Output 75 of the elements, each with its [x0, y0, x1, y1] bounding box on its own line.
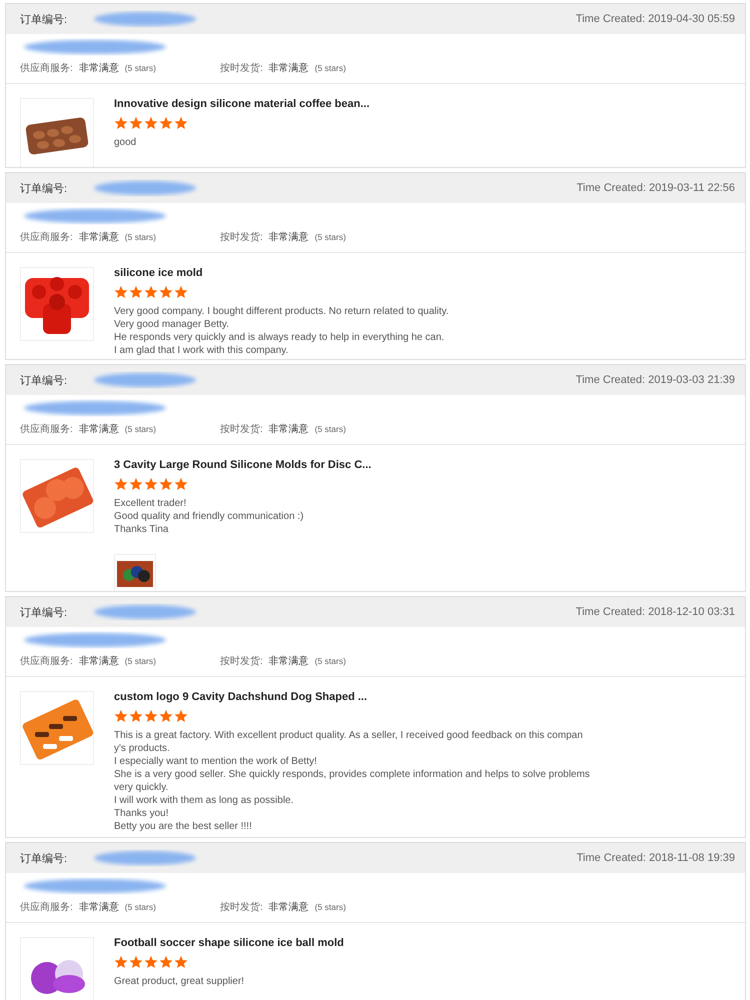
star-icon: [174, 285, 188, 299]
star-icon: [159, 285, 173, 299]
review-text: Great product, great supplier!: [114, 975, 246, 988]
time-created: Time Created: 2019-03-03 21:39: [576, 374, 735, 386]
review-text: good: [114, 136, 138, 149]
star-icon: [144, 955, 158, 969]
rating-stars-text: (5 stars): [314, 656, 346, 666]
time-created: Time Created: 2019-03-11 22:56: [576, 182, 735, 194]
rating-label: 供应商服务:: [20, 230, 73, 244]
star-icon: [144, 477, 158, 491]
order-number-label: 订单编号:: [20, 374, 68, 388]
rating-label: 按时发货:: [220, 900, 263, 914]
star-icon: [114, 285, 128, 299]
product-title: Football soccer shape silicone ice ball mold: [114, 937, 344, 949]
rating-stars-text: (5 stars): [124, 232, 156, 242]
star-icon: [159, 116, 173, 130]
rating-stars-text: (5 stars): [314, 63, 346, 73]
star-icon: [129, 955, 143, 969]
time-created: Time Created: 2019-04-30 05:59: [576, 13, 735, 25]
rating-stars-text: (5 stars): [314, 424, 346, 434]
time-created: Time Created: 2018-11-08 19:39: [576, 852, 735, 864]
star-icon: [129, 709, 143, 723]
rating-value: 非常满意: [78, 230, 119, 244]
rating-value: 非常满意: [78, 654, 119, 668]
rating-stars-text: (5 stars): [124, 902, 156, 912]
star-icon: [129, 116, 143, 130]
star-icon: [129, 477, 143, 491]
rating-stars-text: (5 stars): [314, 902, 346, 912]
star-icon: [174, 955, 188, 969]
rating-label: 按时发货:: [220, 62, 263, 75]
rating-stars-text: (5 stars): [314, 232, 346, 242]
star-icon: [144, 116, 158, 130]
star-icon: [144, 709, 158, 723]
star-icon: [174, 116, 188, 130]
order-number-label: 订单编号:: [20, 12, 68, 26]
rating-label: 供应商服务:: [20, 62, 73, 75]
rating-value: 非常满意: [268, 422, 309, 436]
rating-value: 非常满意: [268, 230, 309, 244]
rating-label: 按时发货:: [220, 230, 263, 244]
time-created: Time Created: 2018-12-10 03:31: [576, 606, 735, 618]
order-number-label: 订单编号:: [20, 606, 68, 620]
review-text: Excellent trader! Good quality and friendly communication :) Thanks Tina: [114, 497, 305, 536]
star-icon: [159, 709, 173, 723]
rating-value: 非常满意: [78, 62, 119, 75]
rating-value: 非常满意: [268, 62, 309, 75]
rating-label: 供应商服务:: [20, 422, 73, 436]
rating-stars-text: (5 stars): [124, 656, 156, 666]
rating-value: 非常满意: [268, 900, 309, 914]
order-number-label: 订单编号:: [20, 182, 68, 196]
product-title: 3 Cavity Large Round Silicone Molds for Disc C...: [114, 459, 372, 471]
star-icon: [114, 955, 128, 969]
star-icon: [114, 477, 128, 491]
star-icon: [159, 955, 173, 969]
rating-value: 非常满意: [268, 654, 309, 668]
rating-stars-text: (5 stars): [124, 63, 156, 73]
order-number-label: 订单编号:: [20, 852, 68, 866]
rating-label: 供应商服务:: [20, 654, 73, 668]
rating-label: 按时发货:: [220, 654, 263, 668]
rating-stars-text: (5 stars): [124, 424, 156, 434]
star-icon: [144, 285, 158, 299]
rating-value: 非常满意: [78, 422, 119, 436]
star-icon: [114, 709, 128, 723]
review-text: This is a great factory. With excellent product quality. As a seller, I received good feedback on this compan y's products. I especially want to mention the work of Betty! She is a very good seller. She quickly responds, provides complete information and helps to solve problems very quickly. I will work with them as long as possible. Thanks you! Betty you are the best seller !!!!: [114, 729, 590, 833]
rating-label: 按时发货:: [220, 422, 263, 436]
rating-value: 非常满意: [78, 900, 119, 914]
product-title: custom logo 9 Cavity Dachshund Dog Shaped ...: [114, 691, 368, 703]
star-icon: [159, 477, 173, 491]
star-icon: [174, 477, 188, 491]
star-icon: [114, 116, 128, 130]
product-title: silicone ice mold: [114, 267, 204, 279]
product-title: Innovative design silicone material coffee bean...: [114, 98, 370, 110]
review-text: Very good company. I bought different products. No return related to quality. Very good manager Betty. He responds very quickly and is always ready to help in everything he can. I am glad that I work with this company.: [114, 305, 449, 357]
rating-label: 供应商服务:: [20, 900, 73, 914]
star-icon: [129, 285, 143, 299]
star-icon: [174, 709, 188, 723]
